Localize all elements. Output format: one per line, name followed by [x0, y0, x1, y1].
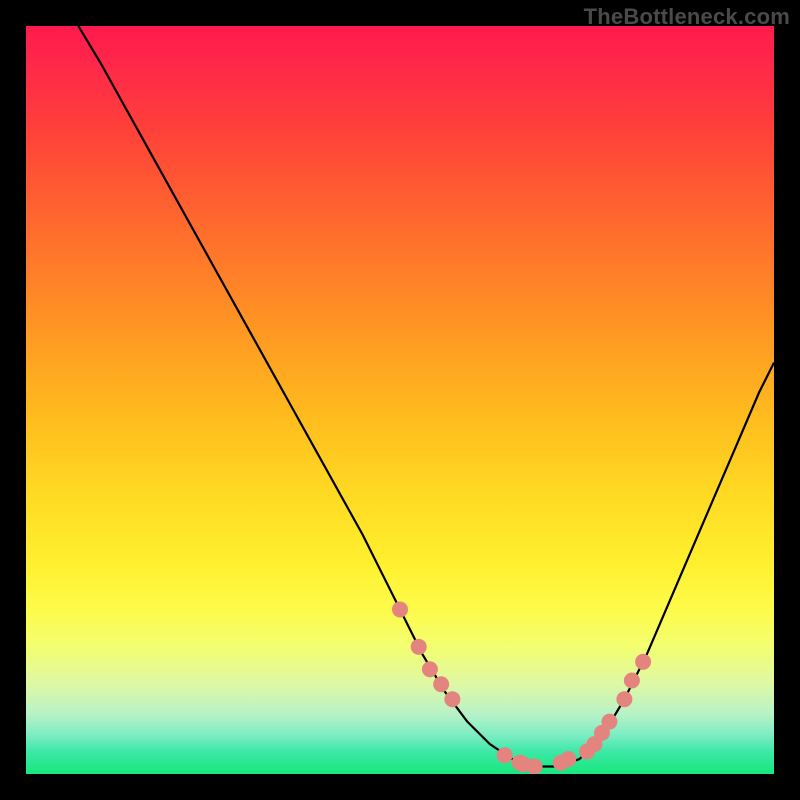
chart-svg — [26, 26, 774, 774]
chart-dot — [601, 714, 617, 730]
chart-dots-group — [392, 601, 651, 774]
chart-dot — [616, 691, 632, 707]
chart-dot — [433, 676, 449, 692]
chart-plot-area — [26, 26, 774, 774]
chart-dot — [527, 759, 543, 774]
chart-dot — [392, 601, 408, 617]
chart-dot — [497, 747, 513, 763]
chart-dot — [422, 661, 438, 677]
bottleneck-curve-line — [78, 26, 774, 767]
chart-dot — [560, 751, 576, 767]
chart-dot — [624, 673, 640, 689]
chart-dot — [444, 691, 460, 707]
chart-dot — [411, 639, 427, 655]
chart-dot — [635, 654, 651, 670]
